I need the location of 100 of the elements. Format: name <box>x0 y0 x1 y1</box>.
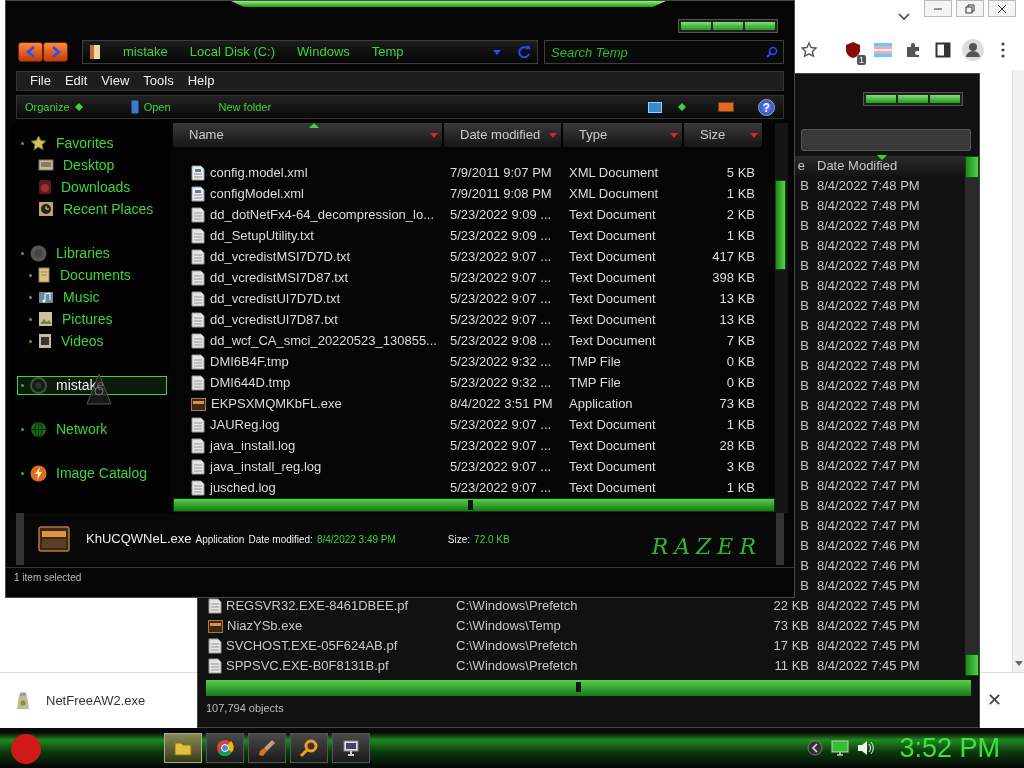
address-field[interactable] <box>801 129 971 151</box>
menu-item[interactable]: Edit <box>57 71 95 91</box>
file-name[interactable]: EKPSXMQMKbFL.exe <box>211 393 342 414</box>
address-bar[interactable]: mistake Local Disk (C:) Windows Temp <box>82 40 538 64</box>
nav-item[interactable]: Pictures <box>62 308 113 330</box>
breadcrumb[interactable]: Temp <box>371 42 404 62</box>
column-header[interactable]: Type <box>563 123 684 147</box>
file-name[interactable]: DMI6B4F.tmp <box>210 351 289 372</box>
breadcrumb[interactable]: mistake <box>123 42 168 62</box>
date-modified: 8/4/2022 3:51 PM <box>450 395 553 411</box>
vertical-scrollbar[interactable] <box>775 123 788 513</box>
menu-item[interactable]: Help <box>180 71 222 91</box>
vertical-scrollbar[interactable] <box>965 156 979 676</box>
file-name[interactable]: java_install.log <box>210 435 296 456</box>
close-button[interactable] <box>988 0 1016 17</box>
column-header[interactable]: Date modified <box>444 123 563 147</box>
document-icon <box>38 267 51 283</box>
nav-item[interactable]: Downloads <box>61 176 131 198</box>
minimize-button[interactable] <box>924 0 952 17</box>
close-button[interactable]: ✕ <box>981 686 1008 715</box>
column-header[interactable]: Size <box>684 123 764 147</box>
back-button[interactable] <box>18 42 43 62</box>
breadcrumb[interactable]: Local Disk (C:) <box>189 42 276 62</box>
folder-path: C:\Windows\Temp <box>456 618 561 634</box>
search-field[interactable]: Search Temp <box>544 40 784 64</box>
taskbar-button[interactable] <box>248 733 286 763</box>
scroll-thumb[interactable] <box>775 180 786 270</box>
file-size: 0 KB <box>726 353 755 369</box>
refresh-icon <box>517 45 531 59</box>
search-icon <box>766 46 778 58</box>
nav-item[interactable]: Videos <box>61 330 104 352</box>
file-name[interactable]: dd_vcredistMSI7D87.txt <box>210 267 348 288</box>
taskbar-button[interactable] <box>206 733 244 763</box>
expander-dot[interactable] <box>21 427 24 431</box>
scroll-up-button[interactable] <box>965 156 979 178</box>
nav-item[interactable]: Network <box>56 418 108 440</box>
nav-item[interactable]: Documents <box>60 264 131 286</box>
expander-dot[interactable] <box>21 383 24 387</box>
toolbar-button[interactable]: Open <box>130 98 171 116</box>
document-icon <box>191 311 205 328</box>
file-name[interactable]: SVCHOST.EXE-05F624AB.pf <box>226 636 398 656</box>
file-name[interactable]: SPPSVC.EXE-B0F8131B.pf <box>226 656 389 676</box>
file-size: 5 KB <box>726 164 755 180</box>
horizontal-scrollbar[interactable] <box>173 498 775 512</box>
taskbar-button[interactable] <box>164 733 202 763</box>
file-name[interactable]: NiazYSb.exe <box>227 616 303 636</box>
menu-item[interactable]: File <box>23 71 58 91</box>
nav-item[interactable]: Music <box>63 286 100 308</box>
menu-item[interactable]: Tools <box>136 71 181 91</box>
horizontal-scrollbar[interactable] <box>206 680 971 696</box>
file-name[interactable]: dd_SetupUtility.txt <box>210 225 314 246</box>
file-icon <box>16 691 30 710</box>
taskbar-button[interactable] <box>332 733 370 763</box>
file-name[interactable]: dd_wcf_CA_smci_20220523_130855... <box>210 330 437 351</box>
file-name[interactable]: dd_vcredistMSI7D7D.txt <box>210 246 351 267</box>
expander-dot[interactable] <box>21 471 24 475</box>
file-name[interactable]: config.model.xml <box>210 162 308 183</box>
nav-item[interactable]: Desktop <box>63 154 115 176</box>
file-name[interactable]: dd_vcredistUI7D87.txt <box>210 309 338 330</box>
expander-dot[interactable] <box>21 251 24 255</box>
date-modified: 8/4/2022 7:48 PM <box>817 278 920 294</box>
date-modified: 5/23/2022 9:07 ... <box>450 248 552 264</box>
expander-dot[interactable] <box>29 317 32 321</box>
menu-item[interactable]: View <box>94 71 137 91</box>
file-size: 22 KB <box>773 598 809 614</box>
expander-dot[interactable] <box>29 273 32 277</box>
star-icon <box>800 41 818 59</box>
nav-item[interactable]: Image Catalog <box>56 462 148 484</box>
help-button[interactable]: ? <box>758 98 775 116</box>
file-name[interactable]: java_install_reg.log <box>210 456 322 477</box>
taskbar-button[interactable] <box>290 733 328 763</box>
restore-button[interactable] <box>956 0 984 17</box>
file-name[interactable]: REGSVR32.EXE-8461DBEE.pf <box>226 596 409 616</box>
toolbar-button[interactable]: New folder <box>218 98 272 116</box>
file-name[interactable]: dd_dotNetFx4-64_decompression_lo... <box>210 204 435 225</box>
column-header[interactable]: e <box>797 158 805 174</box>
file-name[interactable]: DMI644D.tmp <box>210 372 291 393</box>
extension-button[interactable]: 1 <box>840 37 866 63</box>
file-name[interactable]: dd_vcredistUI7D7D.txt <box>210 288 341 309</box>
nav-item[interactable]: Recent Places <box>63 198 154 220</box>
date-modified: 7/9/2011 9:08 PM <box>450 185 552 201</box>
column-header[interactable]: Name <box>173 123 444 147</box>
toolbar-button[interactable]: Organize <box>25 98 83 116</box>
start-button[interactable] <box>8 731 44 765</box>
expander-dot[interactable] <box>29 339 32 343</box>
profile-button[interactable] <box>960 37 986 63</box>
forward-button[interactable] <box>43 42 68 62</box>
file-type: TMP File <box>569 374 621 390</box>
expander-dot[interactable] <box>29 295 32 299</box>
download-file-name[interactable]: NetFreeAW2.exe <box>46 690 146 711</box>
breadcrumb[interactable]: Windows <box>297 42 350 62</box>
file-name[interactable]: configModel.xml <box>210 183 304 204</box>
nav-item[interactable]: Libraries <box>56 242 110 264</box>
file-name[interactable]: jusched.log <box>210 477 276 498</box>
scroll-down-button[interactable] <box>965 654 979 676</box>
date-modified: 8/4/2022 7:45 PM <box>817 578 920 594</box>
nav-item[interactable]: Favorites <box>56 132 114 154</box>
file-name[interactable]: JAUReg.log <box>210 414 280 435</box>
expander-dot[interactable] <box>21 141 24 145</box>
column-header[interactable]: Date Modified <box>817 158 898 174</box>
